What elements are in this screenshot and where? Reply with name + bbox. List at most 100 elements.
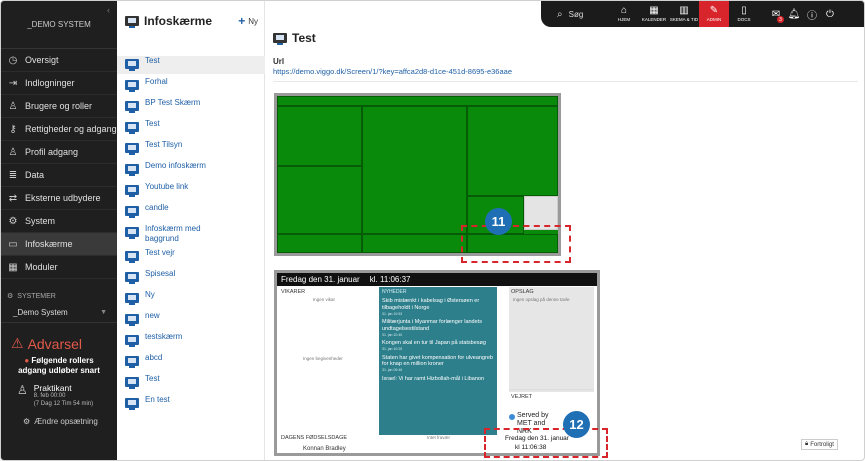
news-title: Skib mistænkt i kabelsag i Østersøen er … [382,298,480,311]
sidebar-item-label: Rettigheder og adgang [25,124,117,134]
list-item[interactable]: Test [117,374,265,392]
warning-icon: ⚠ [11,335,24,351]
page-title: Test [273,31,316,45]
sidebar-item-label: System [25,216,56,226]
list-item[interactable]: candle [117,203,265,221]
birthday-name: Konnan Bradley [303,446,346,452]
sidebar-item-label: Moduler [25,262,58,272]
url-link[interactable]: https://demo.viggo.dk/Screen/1/?key=affc… [273,67,512,76]
sidebar-item-system[interactable]: ⚙ System [1,210,117,233]
list-item[interactable]: testskærm [117,332,265,350]
list-item[interactable]: Test [117,56,265,74]
change-settings-link[interactable]: ⚙ Ændre opsætning [1,409,117,426]
sidebar-item-label: Infoskærme [25,239,73,249]
sidebar-item-moduler[interactable]: ▦ Moduler [1,256,117,279]
sidebar-item-label: Brugere og roller [25,101,93,111]
list-item[interactable]: Demo infoskærm [117,161,265,179]
sidebar-item-label: Profil adgang [25,147,79,157]
sidebar-item-data[interactable]: ≣ Data [1,164,117,187]
list-item[interactable]: new [117,311,265,329]
list-item[interactable]: Spisesal [117,269,265,287]
list-item[interactable]: Ny [117,290,265,308]
layout-cell[interactable] [362,106,467,234]
sidebar-item-brugere-og-roller[interactable]: ♙ Brugere og roller [1,95,117,118]
list-item-label: Ny [145,290,155,299]
list-item[interactable]: Test [117,119,265,137]
monitor-icon [125,377,139,389]
notices-panel: OPSLAG Ingen opslag på denne tavle [509,287,594,392]
layout-cell-header[interactable] [277,96,558,106]
layout-cell[interactable] [277,106,362,166]
list-item[interactable]: Infoskærm med baggrund [117,224,265,248]
layout-cell[interactable] [467,106,558,196]
preview-date: Fredag den 31. januar [281,275,360,284]
role-expiry-item[interactable]: ♙ Praktikant 8. feb 00:00 (7 Dag 12 Tim … [1,375,117,409]
sidebar-item-infoskærme[interactable]: ▭ Infoskærme [1,233,117,256]
confidential-badge[interactable]: 🔒︎ Fortroligt [801,439,838,450]
monitor-icon [125,185,139,197]
weather-label: VEJRET [511,394,533,400]
list-item-label: Test [145,374,160,383]
infoscreen-list-panel: Infoskærme + Ny Test Forhal BP Test Skærm T… [117,1,265,460]
monitor-icon [125,164,139,176]
layout-cell[interactable] [277,234,362,253]
list-item[interactable]: abcd [117,353,265,371]
list-item-label: Demo infoskærm [145,161,206,170]
sidebar-item-rettigheder-og-adgang[interactable]: ⚷ Rettigheder og adgang [1,118,117,141]
monitor-icon [125,80,139,92]
gear-icon: ⚙ [7,293,14,300]
monitor-icon [125,293,139,305]
list-item-label: candle [145,203,169,212]
weather-icon [509,414,515,420]
layout-cell[interactable] [362,234,467,253]
systems-heading: ⚙ SYSTEMER [1,289,117,303]
list-item-label: Test [145,119,160,128]
news-panel: NYHEDER Skib mistænkt i kabelsag i Øster… [379,287,497,435]
list-item[interactable]: En test [117,395,265,413]
list-item[interactable]: Youtube link [117,182,265,200]
external-icon: ⇄ [8,192,18,204]
sidebar-item-profil-adgang[interactable]: ♙ Profil adgang [1,141,117,164]
gear-icon: ⚙ [23,416,31,426]
callout-box-11 [461,225,571,263]
warning-text: ● Følgende rollers adgang udløber snart [1,352,117,375]
sidebar-item-eksterne-udbydere[interactable]: ⇄ Eksterne udbydere [1,187,117,210]
list-item[interactable]: Test Tilsyn [117,140,265,158]
collapse-sidebar-icon[interactable]: ‹ [107,5,110,15]
monitor-icon [125,272,139,284]
list-item-label: testskærm [145,332,183,341]
list-item[interactable]: Test vejr [117,248,265,266]
sidebar-item-oversigt[interactable]: ◷ Oversigt [1,49,117,72]
sidebar-item-label: Indlogninger [25,78,75,88]
monitor-icon [125,122,139,134]
list-item-label: BP Test Skærm [145,98,201,107]
callout-number-11: 11 [485,208,512,235]
change-settings-label: Ændre opsætning [34,416,98,426]
news-date: 31. jan 10:25 [382,347,403,352]
layout-cell[interactable] [277,166,362,234]
monitor-icon [125,314,139,326]
news-list: Skib mistænkt i kabelsag i Østersøen er … [382,298,494,383]
list-item-label: Test Tilsyn [145,140,183,149]
error-icon: ● [24,356,30,365]
key-icon: ⚷ [9,123,17,135]
add-new-button[interactable]: + Ny [238,14,258,28]
sidebar: ‹ _DEMO SYSTEM ◷ Oversigt ⇥ Indlogninger ♙ Br… [1,1,117,460]
role-expiry-date: 8. feb 00:00 [33,393,66,400]
news-date: 31. jan 10:53 [382,311,403,316]
list-item[interactable]: BP Test Skærm [117,98,265,116]
monitor-icon [125,59,139,71]
dashboard-icon: ◷ [8,54,18,66]
monitor-icon [273,33,287,45]
divider [273,81,858,82]
sidebar-item-indlogninger[interactable]: ⇥ Indlogninger [1,72,117,95]
notices-label: OPSLAG [511,289,534,295]
sidebar-item-label: Data [25,170,45,180]
news-item: Staten har givet kompensation for ulvean… [382,355,494,373]
list-item-label: abcd [145,353,163,362]
substitutes-label: VIKARER [281,289,306,295]
monitor-icon [125,206,139,218]
system-select[interactable]: _Demo System ▼ [1,303,117,323]
list-item[interactable]: Forhal [117,77,265,95]
role-name: Praktikant [33,383,72,394]
